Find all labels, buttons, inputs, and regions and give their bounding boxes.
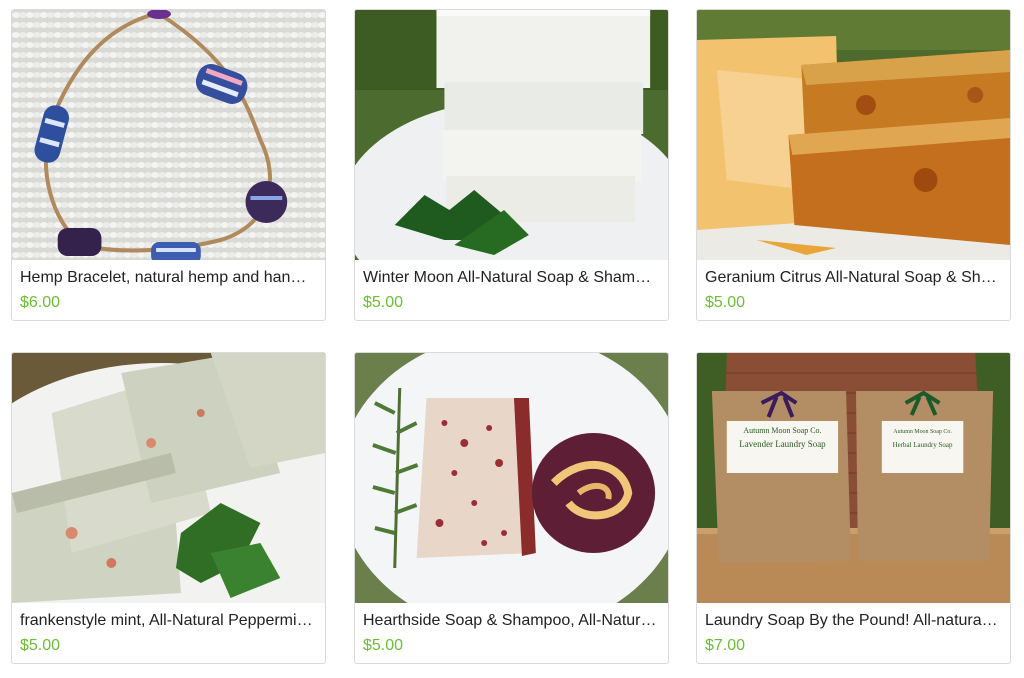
- listing-price: $5.00: [363, 637, 404, 654]
- listing-price: $5.00: [705, 294, 746, 311]
- listing-card[interactable]: Hearthside Soap & Shampoo, All-Natural B…: [354, 352, 669, 664]
- red-speckled-soap-photo[interactable]: [355, 353, 668, 603]
- listing-card[interactable]: Winter Moon All-Natural Soap & Shampoo B…: [354, 9, 669, 321]
- listing-price: $6.00: [20, 294, 61, 311]
- listing-title[interactable]: Laundry Soap By the Pound! All-natural l…: [705, 611, 1000, 631]
- bag-label-brand: Autumn Moon Soap Co.: [743, 426, 821, 435]
- listing-price: $5.00: [20, 637, 61, 654]
- mint-soap-bars-photo[interactable]: [12, 353, 325, 603]
- listing-grid: Hemp Bracelet, natural hemp and handmade…: [0, 0, 1024, 678]
- bag-label-brand: Autumn Moon Soap Co.: [893, 429, 952, 435]
- listing-price: $7.00: [705, 637, 746, 654]
- bag-label-product: Lavender Laundry Soap: [739, 439, 826, 449]
- listing-price: $5.00: [363, 294, 404, 311]
- orange-soap-bars-photo[interactable]: [697, 10, 1010, 260]
- listing-card[interactable]: Autumn Moon Soap Co. Lavender Laundry So…: [696, 352, 1011, 664]
- listing-title[interactable]: Winter Moon All-Natural Soap & Shampoo B…: [363, 268, 658, 288]
- listing-title[interactable]: Hemp Bracelet, natural hemp and handmade…: [20, 268, 315, 288]
- listing-card[interactable]: frankenstyle mint, All-Natural Peppermin…: [11, 352, 326, 664]
- listing-card[interactable]: Geranium Citrus All-Natural Soap & Shamp…: [696, 9, 1011, 321]
- listing-title[interactable]: frankenstyle mint, All-Natural Peppermin…: [20, 611, 315, 631]
- listing-title[interactable]: Geranium Citrus All-Natural Soap & Shamp…: [705, 268, 1000, 288]
- listing-title[interactable]: Hearthside Soap & Shampoo, All-Natural B…: [363, 611, 658, 631]
- hemp-bracelet-photo[interactable]: [12, 10, 325, 260]
- bag-label-product: Herbal Laundry Soap: [893, 441, 953, 449]
- laundry-soap-bags-photo[interactable]: Autumn Moon Soap Co. Lavender Laundry So…: [697, 353, 1010, 603]
- white-soap-stack-photo[interactable]: [355, 10, 668, 260]
- listing-card[interactable]: Hemp Bracelet, natural hemp and handmade…: [11, 9, 326, 321]
